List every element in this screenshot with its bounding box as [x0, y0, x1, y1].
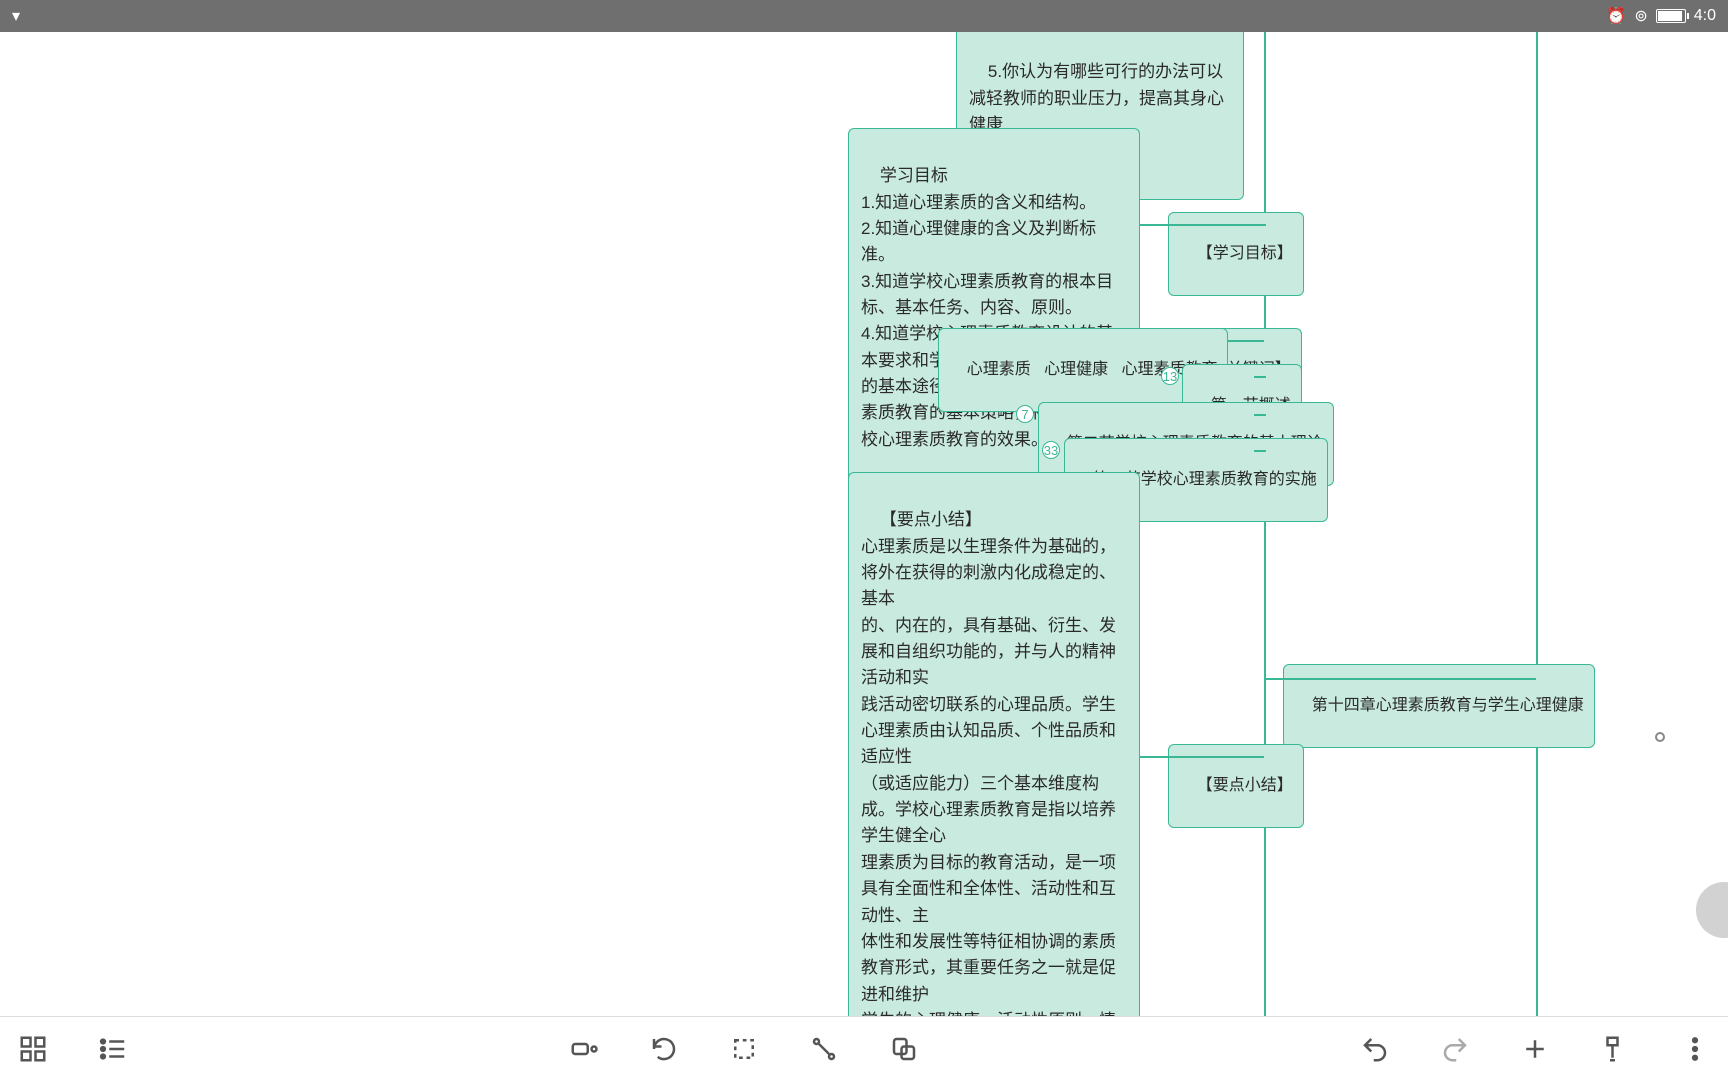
- battery-icon: [1656, 9, 1686, 23]
- toolbar-center-group: [565, 1030, 923, 1068]
- edge-sec1: [1254, 376, 1266, 378]
- toolbar-left-group: [14, 1030, 132, 1068]
- selection-icon: [729, 1034, 759, 1064]
- edge-sec3: [1254, 450, 1266, 452]
- collapse-1-count: 13: [1163, 369, 1177, 384]
- undo-icon: [1360, 1034, 1390, 1064]
- keywords-body-text: 心理素质 心理健康 心理素质教育: [967, 361, 1218, 378]
- selection-button[interactable]: [725, 1030, 763, 1068]
- copy-icon: [889, 1034, 919, 1064]
- insert-node-button[interactable]: [565, 1030, 603, 1068]
- toolbar-right-group: [1356, 1030, 1714, 1068]
- collapse-section-1[interactable]: 13: [1161, 367, 1179, 385]
- collapse-2-count: 7: [1021, 407, 1028, 422]
- summary-body-text: 【要点小结】 心理素质是以生理条件为基础的，将外在获得的刺激内化成稳定的、基本 …: [861, 510, 1116, 1016]
- list-icon: [98, 1034, 128, 1064]
- summary-label-text: 【要点小结】: [1197, 777, 1293, 794]
- refresh-button[interactable]: [645, 1030, 683, 1068]
- edge-chapter-children: [1264, 32, 1266, 1016]
- status-time: 4:0: [1694, 7, 1716, 25]
- grid-view-button[interactable]: [14, 1030, 52, 1068]
- insert-node-icon: [569, 1034, 599, 1064]
- node-summary-body[interactable]: 【要点小结】 心理素质是以生理条件为基础的，将外在获得的刺激内化成稳定的、基本 …: [848, 472, 1140, 1016]
- bottom-toolbar: [0, 1016, 1728, 1080]
- refresh-icon: [649, 1034, 679, 1064]
- undo-button[interactable]: [1356, 1030, 1394, 1068]
- collapse-section-2[interactable]: 7: [1016, 405, 1034, 423]
- collapse-section-3[interactable]: 33: [1042, 441, 1060, 459]
- status-left: ▾: [12, 6, 20, 26]
- edge-summary: [1140, 756, 1264, 758]
- camera-icon: ⊚: [1634, 6, 1647, 26]
- collapse-3-count: 33: [1044, 443, 1058, 458]
- edge-objectives-r: [1254, 224, 1266, 226]
- network-icon: ▾: [12, 6, 20, 26]
- redo-button[interactable]: [1436, 1030, 1474, 1068]
- status-bar: ▾ ⏰ ⊚ 4:0: [0, 0, 1728, 32]
- more-button[interactable]: [1676, 1030, 1714, 1068]
- objectives-label-text: 【学习目标】: [1197, 245, 1293, 262]
- edge-chapter: [1264, 678, 1536, 680]
- grid-icon: [18, 1034, 48, 1064]
- redo-icon: [1440, 1034, 1470, 1064]
- format-icon: [1600, 1034, 1630, 1064]
- more-vertical-icon: [1680, 1034, 1710, 1064]
- alarm-icon: ⏰: [1606, 6, 1626, 26]
- status-right: ⏰ ⊚ 4:0: [1606, 6, 1716, 26]
- copy-style-button[interactable]: [885, 1030, 923, 1068]
- navigation-fab[interactable]: [1696, 882, 1728, 938]
- edge-spine: [1536, 32, 1538, 1016]
- relation-icon: [809, 1034, 839, 1064]
- outline-view-button[interactable]: [94, 1030, 132, 1068]
- focus-indicator: [1655, 732, 1665, 742]
- mindmap-canvas[interactable]: 第十四章心理素质教育与学生心理健康 5.你认为有哪些可行的办法可以减轻教师的职业…: [0, 32, 1728, 1016]
- edge-objectives-label: [1140, 224, 1264, 226]
- plus-icon: [1520, 1034, 1550, 1064]
- add-button[interactable]: [1516, 1030, 1554, 1068]
- format-button[interactable]: [1596, 1030, 1634, 1068]
- relation-button[interactable]: [805, 1030, 843, 1068]
- node-chapter-text: 第十四章心理素质教育与学生心理健康: [1312, 697, 1584, 714]
- node-chapter[interactable]: 第十四章心理素质教育与学生心理健康: [1283, 664, 1595, 748]
- edge-sec2: [1254, 414, 1266, 416]
